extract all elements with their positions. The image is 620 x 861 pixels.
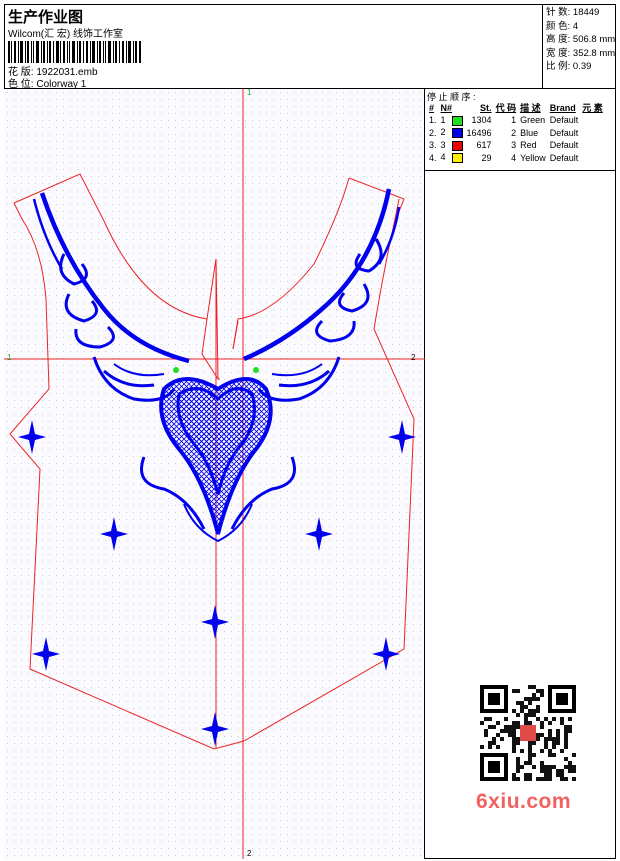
stat-stitches: 针 数: 18449: [546, 7, 600, 18]
table-cell: 4: [511, 152, 517, 163]
color-swatch: [451, 153, 463, 164]
table-cell: 2.: [429, 127, 437, 138]
table-cell: [580, 114, 605, 127]
table-cell: 2: [439, 127, 465, 140]
table-cell: 1304: [471, 115, 492, 126]
star-motif: [372, 637, 400, 671]
table-row[interactable]: 2. 2 16496 2 Blue Default: [427, 127, 605, 140]
central-medallion: [113, 363, 323, 543]
table-cell: 2: [511, 127, 517, 138]
star-motif: [305, 517, 333, 551]
axis-top-label: 1: [247, 89, 252, 97]
table-row[interactable]: 4. 4 29 4 Yellow Default: [427, 152, 605, 165]
design-canvas[interactable]: 1 2 1 2: [4, 89, 425, 859]
col-header: N#: [440, 102, 453, 113]
stat-scale: 比 例: 0.39: [546, 61, 592, 72]
colorway-label: 色 位:: [8, 79, 34, 90]
table-cell: 617: [476, 140, 492, 151]
table-cell: 3.: [429, 140, 437, 151]
table-cell: [580, 127, 605, 140]
star-motif: [201, 605, 229, 639]
star-motif: [32, 637, 60, 671]
color-swatch: [451, 115, 463, 126]
embroidery-preview: 1 2 1 2: [4, 89, 425, 859]
axis-right-label: 2: [411, 353, 416, 362]
color-swatch: [451, 128, 463, 139]
table-cell: 4.: [429, 152, 437, 163]
sheet-header: 生产作业图 Wilcom(汇 宏) 线饰工作室 花 版: 1922031.emb…: [4, 4, 616, 90]
table-cell: 29: [481, 152, 492, 163]
col-header: St.: [480, 102, 492, 113]
stat-width: 宽 度: 352.8 mm: [546, 47, 616, 59]
table-cell: [580, 139, 605, 152]
star-motif: [100, 517, 128, 551]
table-cell: Default: [549, 140, 579, 151]
stop-sequence-table: # N# St. 代 码 描 述 Brand 元 素 1. 1 1304 1 Green…: [427, 101, 605, 164]
table-cell: Default: [549, 152, 579, 163]
star-motif: [388, 420, 416, 454]
table-cell: Default: [549, 115, 579, 126]
qr-code-icon: [470, 680, 586, 782]
table-row[interactable]: 3. 3 617 3 Red Default: [427, 139, 605, 152]
design-stats: 针 数: 18449 颜 色: 4 高 度: 506.8 mm 宽 度: 352…: [542, 4, 616, 89]
watermark-text: 6xiu.com: [476, 790, 572, 813]
color-swatch: [451, 140, 463, 151]
table-cell: 3: [439, 139, 465, 152]
col-header: 元 素: [582, 103, 603, 113]
colorway-row: 色 位: Colorway 1: [8, 75, 86, 90]
star-motif: [201, 712, 229, 746]
table-header-row: # N# St. 代 码 描 述 Brand 元 素: [427, 101, 605, 114]
table-row[interactable]: 1. 1 1304 1 Green Default: [427, 114, 605, 127]
axis-bottom-label: 2: [247, 849, 252, 858]
stop-sequence-panel: 停 止 顺 序 : # N# St. 代 码 描 述 Brand 元 素 1. 1…: [425, 89, 616, 171]
col-header: Brand: [549, 102, 576, 113]
table-cell: 3: [511, 140, 517, 151]
table-cell: 4: [439, 152, 465, 165]
studio-subtitle: Wilcom(汇 宏) 线饰工作室: [8, 29, 123, 40]
table-cell: 1: [439, 114, 465, 127]
stat-height: 高 度: 506.8 mm: [546, 34, 616, 45]
barcode-icon: [8, 41, 141, 63]
axis-left-label: 1: [7, 353, 12, 362]
left-scroll-motif: [59, 253, 176, 402]
table-cell: Default: [549, 127, 579, 138]
table-cell: 16496: [466, 127, 492, 138]
col-header: 代 码: [495, 103, 517, 113]
stat-colors: 颜 色: 4: [546, 20, 579, 32]
table-cell: Red: [520, 140, 537, 151]
table-cell: Yellow: [520, 152, 546, 163]
page-title: 生产作业图: [8, 9, 84, 26]
table-cell: 1.: [429, 115, 437, 126]
table-cell: Green: [520, 115, 546, 126]
table-cell: 1: [511, 115, 517, 126]
table-cell: [580, 152, 605, 165]
table-cell: Blue: [520, 127, 539, 138]
col-header: #: [429, 102, 435, 113]
col-header: 描 述: [520, 103, 541, 113]
